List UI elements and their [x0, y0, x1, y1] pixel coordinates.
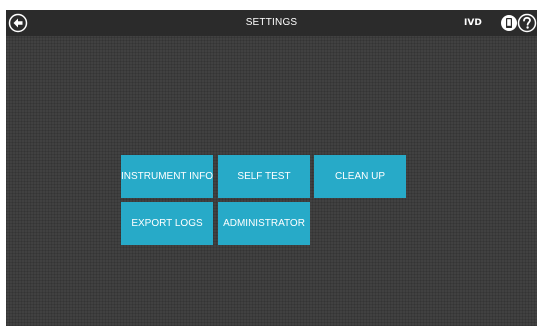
self-test-button[interactable]: SELF TEST: [218, 155, 310, 198]
export-logs-button[interactable]: EXPORT LOGS: [121, 202, 213, 245]
back-button[interactable]: [8, 13, 28, 33]
instrument-info-button[interactable]: INSTRUMENT INFO: [121, 155, 213, 198]
back-arrow-circle-icon: [8, 13, 28, 33]
device-icon: [501, 15, 517, 31]
clean-up-button[interactable]: CLEAN UP: [314, 155, 406, 198]
administrator-button[interactable]: ADMINISTRATOR: [218, 202, 310, 245]
help-button[interactable]: [517, 13, 537, 33]
ivd-badge: IVD: [464, 18, 482, 28]
help-circle-icon: [517, 13, 537, 33]
top-bar: SETTINGS IVD: [6, 10, 537, 36]
app-window: SETTINGS IVD INSTRUMENT INFO SELF TEST C…: [6, 10, 537, 326]
device-button[interactable]: [500, 14, 518, 32]
page-title: SETTINGS: [245, 17, 298, 28]
